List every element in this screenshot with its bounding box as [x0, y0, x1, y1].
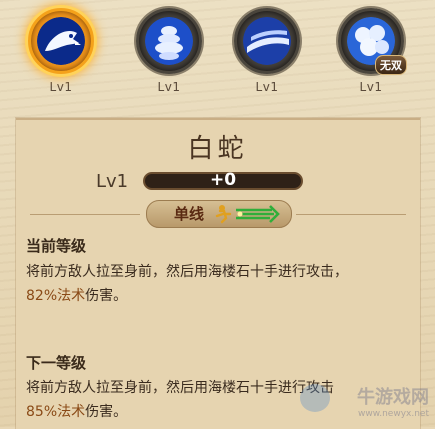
divider-left: [30, 214, 140, 215]
skill-level: Lv1: [49, 80, 73, 94]
current-level-description: 将前方敌人拉至身前，然后用海楼石十手进行攻击， 82%法术伤害。: [26, 260, 416, 308]
smoke-tornado-icon: [145, 17, 193, 65]
skill-level: Lv1: [359, 80, 383, 94]
skill-row: Lv1 Lv1 Lv1 无双 Lv1: [0, 0, 435, 112]
skill-name: 白蛇: [187, 134, 248, 164]
current-level-title: 当前等级: [26, 237, 87, 255]
watermark: 牛游戏网 www.newyx.net: [357, 383, 429, 419]
skill-ring: [136, 8, 202, 74]
single-line-attack-icon: [214, 202, 280, 228]
watermark-mascot-icon: [300, 384, 330, 412]
divider-right: [296, 214, 406, 215]
wushuang-badge: 无双: [375, 55, 407, 75]
skill-level: Lv1: [157, 80, 181, 94]
smoke-wave-icon: [243, 17, 291, 65]
skill-slot-2[interactable]: Lv1: [130, 8, 208, 94]
xp-text: +0: [209, 170, 237, 190]
skill-level: Lv1: [255, 80, 279, 94]
watermark-url: www.newyx.net: [357, 409, 429, 419]
skill-slot-4[interactable]: 无双 Lv1: [332, 8, 410, 94]
current-desc-tail: 伤害。: [85, 288, 128, 304]
current-desc-line2: 82%法术伤害。: [26, 284, 416, 308]
next-level-title: 下一等级: [26, 354, 87, 372]
next-damage-percent: 85%法术: [26, 404, 86, 420]
detail-level-label: Lv1: [96, 171, 129, 192]
skill-ring: 无双: [338, 8, 407, 75]
skill-ring: [234, 8, 300, 74]
current-desc-line1: 将前方敌人拉至身前，然后用海楼石十手进行攻击，: [26, 264, 348, 280]
white-snake-icon: [37, 17, 85, 65]
skill-slot-1[interactable]: Lv1: [22, 8, 100, 94]
attack-type-label: 单线: [174, 205, 205, 223]
skill-ring: [28, 8, 94, 74]
skill-slot-3[interactable]: Lv1: [228, 8, 306, 94]
watermark-brand: 牛游戏网: [357, 387, 429, 408]
next-desc-tail: 伤害。: [85, 404, 128, 420]
current-damage-percent: 82%法术: [26, 288, 86, 304]
